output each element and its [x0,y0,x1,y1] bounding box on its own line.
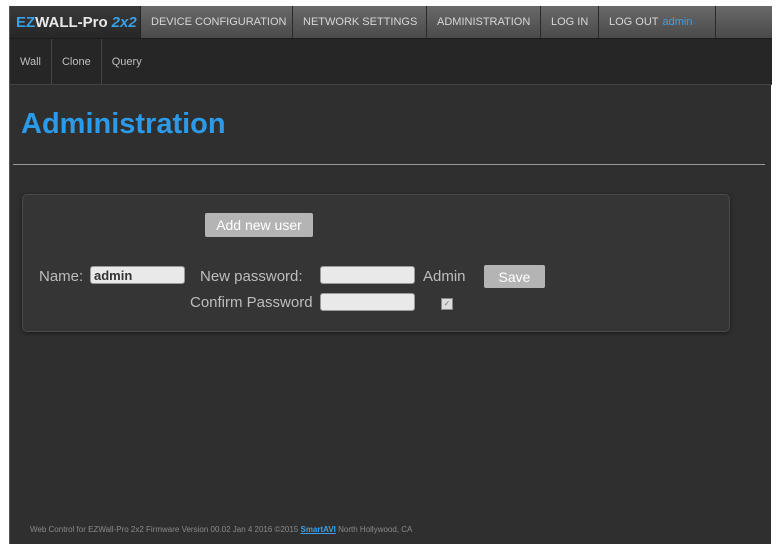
brand-logo-model: 2x2 [111,13,137,31]
admin-checkbox[interactable]: ✓ [441,298,453,310]
nav-log-in-label: LOG IN [551,16,589,28]
nav-log-out-label: LOG OUT [609,16,659,28]
add-new-user-button[interactable]: Add new user [205,213,313,237]
footer-link[interactable]: SmartAVI [300,525,335,534]
brand-logo: EZ WALL-Pro 2x2 [10,6,141,38]
name-label: Name: [39,268,84,285]
footer-location: North Hollywood, CA [335,525,413,534]
nav-log-out[interactable]: LOG OUT admin [599,6,716,38]
app-window: EZ WALL-Pro 2x2 DEVICE CONFIGURATION NETWO… [9,6,772,544]
nav-filler [716,6,772,38]
subnav-query-label: Query [111,55,142,68]
nav-network-settings-label: NETWORK SETTINGS [303,16,418,28]
brand-logo-name: WALL-Pro [35,13,108,31]
nav-log-in[interactable]: LOG IN [541,6,599,38]
name-input[interactable] [90,266,185,284]
subnav-clone[interactable]: Clone [52,39,102,84]
brand-logo-prefix: EZ [16,13,36,31]
nav-network-settings[interactable]: NETWORK SETTINGS [293,6,427,38]
subnav-wall[interactable]: Wall [10,39,52,84]
nav-administration-label: ADMINISTRATION [437,16,531,28]
new-password-label: New password: [200,268,303,285]
subnav-clone-label: Clone [61,55,91,68]
subnav-wall-label: Wall [20,55,41,68]
nav-device-configuration-label: DEVICE CONFIGURATION [151,16,287,28]
title-divider [13,164,765,165]
sub-nav-bar: Wall Clone Query [10,39,772,85]
checkmark-icon: ✓ [443,299,451,308]
footer: Web Control for EZWall-Pro 2x2 Firmware … [30,525,412,534]
confirm-password-input[interactable] [320,293,415,311]
top-nav-bar: EZ WALL-Pro 2x2 DEVICE CONFIGURATION NETWO… [10,6,772,39]
nav-device-configuration[interactable]: DEVICE CONFIGURATION [141,6,293,38]
footer-text: Web Control for EZWall-Pro 2x2 Firmware … [30,525,299,534]
logged-in-user: admin [662,16,693,28]
subnav-query[interactable]: Query [102,39,152,84]
admin-label: Admin [423,268,466,285]
confirm-password-label: Confirm Password [190,294,313,311]
user-admin-panel: Add new user Name: New password: Confirm… [22,194,730,332]
page-title: Administration [21,108,226,140]
new-password-input[interactable] [320,266,415,284]
nav-administration[interactable]: ADMINISTRATION [427,6,541,38]
save-button[interactable]: Save [484,265,545,288]
